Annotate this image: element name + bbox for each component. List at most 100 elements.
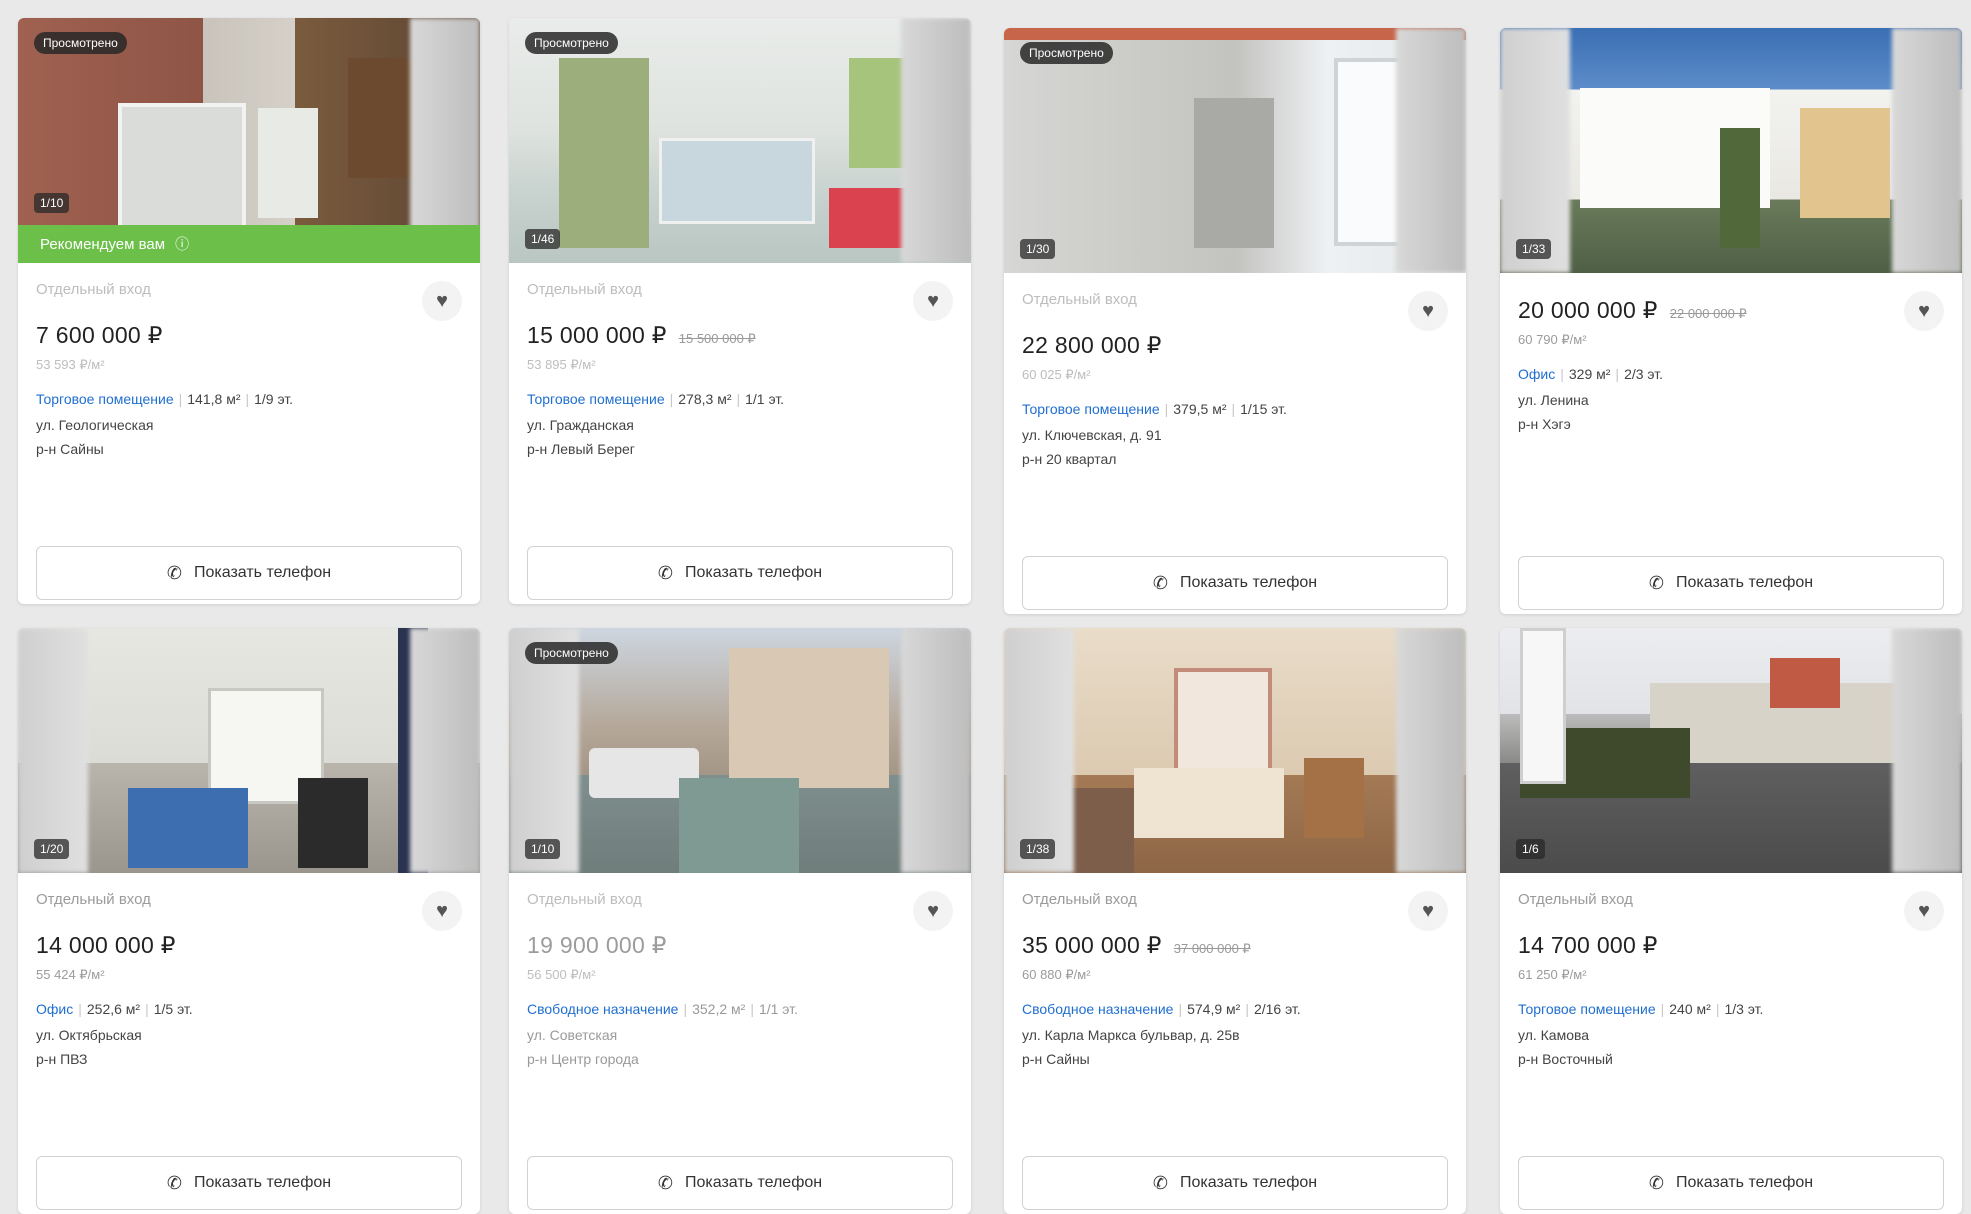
address: ул. Советская: [527, 1027, 618, 1043]
listing-meta: Свободное назначение | 352,2 м² | 1/1 эт.: [527, 1001, 798, 1017]
recommend-label: Рекомендуем вам: [40, 235, 166, 253]
district: р-н Сайны: [1022, 1051, 1090, 1067]
price-per-m2: 60 880 ₽/м²: [1022, 967, 1091, 982]
recommend-banner: Рекомендуем вам ⓘ: [18, 225, 480, 263]
viewed-badge: Просмотрено: [525, 642, 618, 664]
show-phone-label: Показать телефон: [1179, 1174, 1318, 1191]
listing-photo[interactable]: 1/33: [1500, 28, 1962, 273]
listing-photo[interactable]: Просмотрено 1/10 Рекомендуем вам ⓘ: [18, 18, 480, 263]
address: ул. Карла Маркса бульвар, д. 25в: [1022, 1027, 1240, 1043]
floor: 2/3 эт.: [1624, 366, 1663, 382]
phone-icon: ✆: [657, 1172, 673, 1193]
address: ул. Геологическая: [36, 417, 154, 433]
listing-meta: Торговое помещение | 240 м² | 1/3 эт.: [1518, 1001, 1764, 1017]
property-type-link[interactable]: Торговое помещение: [36, 391, 174, 407]
listing-card[interactable]: 1/33 ♥ 20 000 000 ₽ 22 000 000 ₽ 60 790 …: [1500, 28, 1962, 614]
price-per-m2: 55 424 ₽/м²: [36, 967, 105, 982]
show-phone-button[interactable]: ✆ Показать телефон: [1518, 556, 1944, 610]
listing-photo[interactable]: 1/38: [1004, 628, 1466, 873]
price-per-m2: 53 593 ₽/м²: [36, 357, 105, 372]
favorite-heart-icon[interactable]: ♥: [913, 891, 953, 931]
floor: 1/9 эт.: [254, 391, 294, 407]
photo-counter: 1/38: [1020, 839, 1056, 859]
favorite-heart-icon[interactable]: ♥: [422, 891, 462, 931]
listing-meta: Свободное назначение | 574,9 м² | 2/16 эт.: [1022, 1001, 1301, 1017]
area: 240 м²: [1669, 1001, 1711, 1017]
property-type-link[interactable]: Торговое помещение: [1022, 401, 1160, 417]
listing-card[interactable]: Просмотрено 1/30 Отдельный вход ♥ 22 800…: [1004, 28, 1466, 614]
old-price: 15 500 000 ₽: [678, 331, 756, 346]
price: 7 600 000 ₽: [36, 322, 163, 348]
listing-card[interactable]: 1/20 Отдельный вход ♥ 14 000 000 ₽ 55 42…: [18, 628, 480, 1214]
entrance-label: Отдельный вход: [1022, 291, 1137, 308]
listing-card[interactable]: 1/6 Отдельный вход ♥ 14 700 000 ₽ 61 250…: [1500, 628, 1962, 1214]
area: 252,6 м²: [86, 1001, 141, 1017]
floor: 1/5 эт.: [153, 1001, 193, 1017]
show-phone-label: Показать телефон: [684, 1174, 823, 1191]
photo-counter: 1/10: [34, 193, 70, 213]
listing-meta: Торговое помещение | 141,8 м² | 1/9 эт.: [36, 391, 294, 407]
price: 22 800 000 ₽: [1022, 332, 1162, 358]
show-phone-label: Показать телефон: [1179, 574, 1318, 591]
price-per-m2: 61 250 ₽/м²: [1518, 967, 1587, 982]
favorite-heart-icon[interactable]: ♥: [422, 281, 462, 321]
listing-meta: Торговое помещение | 278,3 м² | 1/1 эт.: [527, 391, 785, 407]
photo-counter: 1/10: [525, 839, 561, 859]
viewed-badge: Просмотрено: [1020, 42, 1113, 64]
entrance-label: Отдельный вход: [527, 281, 642, 298]
photo-counter: 1/20: [34, 839, 70, 859]
entrance-label: Отдельный вход: [36, 891, 151, 908]
phone-icon: ✆: [1648, 1172, 1664, 1193]
listing-card[interactable]: Просмотрено 1/46 Отдельный вход ♥ 15 000…: [509, 18, 971, 604]
floor: 2/16 эт.: [1253, 1001, 1301, 1017]
show-phone-button[interactable]: ✆ Показать телефон: [527, 546, 953, 600]
photo-counter: 1/46: [525, 229, 561, 249]
favorite-heart-icon[interactable]: ♥: [1408, 291, 1448, 331]
listing-photo[interactable]: 1/6: [1500, 628, 1962, 873]
price: 14 700 000 ₽: [1518, 932, 1658, 958]
favorite-heart-icon[interactable]: ♥: [1408, 891, 1448, 931]
property-type-link[interactable]: Офис: [1518, 366, 1555, 382]
floor: 1/15 эт.: [1240, 401, 1287, 417]
favorite-heart-icon[interactable]: ♥: [1904, 291, 1944, 331]
address: ул. Гражданская: [527, 417, 634, 433]
property-type-link[interactable]: Офис: [36, 1001, 73, 1017]
property-type-link[interactable]: Свободное назначение: [1022, 1001, 1173, 1017]
show-phone-button[interactable]: ✆ Показать телефон: [1022, 556, 1448, 610]
show-phone-button[interactable]: ✆ Показать телефон: [36, 1156, 462, 1210]
district: р-н Левый Берег: [527, 441, 635, 457]
show-phone-button[interactable]: ✆ Показать телефон: [1518, 1156, 1944, 1210]
phone-icon: ✆: [1152, 572, 1168, 593]
district: р-н Хэгэ: [1518, 416, 1571, 432]
show-phone-label: Показать телефон: [193, 564, 332, 581]
show-phone-button[interactable]: ✆ Показать телефон: [36, 546, 462, 600]
property-type-link[interactable]: Торговое помещение: [1518, 1001, 1656, 1017]
show-phone-button[interactable]: ✆ Показать телефон: [527, 1156, 953, 1210]
address: ул. Октябрьская: [36, 1027, 142, 1043]
photo-counter: 1/30: [1020, 239, 1056, 259]
favorite-heart-icon[interactable]: ♥: [913, 281, 953, 321]
listing-photo[interactable]: Просмотрено 1/30: [1004, 28, 1466, 273]
listing-card[interactable]: Просмотрено 1/10 Рекомендуем вам ⓘ Отдел…: [18, 18, 480, 604]
viewed-badge: Просмотрено: [34, 32, 127, 54]
district: р-н ПВЗ: [36, 1051, 88, 1067]
area: 352,2 м²: [692, 1001, 746, 1017]
show-phone-button[interactable]: ✆ Показать телефон: [1022, 1156, 1448, 1210]
property-type-link[interactable]: Свободное назначение: [527, 1001, 678, 1017]
address: ул. Камова: [1518, 1027, 1590, 1043]
listing-meta: Торговое помещение | 379,5 м² | 1/15 эт.: [1022, 401, 1287, 417]
listing-grid: Просмотрено 1/10 Рекомендуем вам ⓘ Отдел…: [0, 0, 1971, 1214]
listing-photo[interactable]: Просмотрено 1/46: [509, 18, 971, 263]
favorite-heart-icon[interactable]: ♥: [1904, 891, 1944, 931]
old-price: 22 000 000 ₽: [1669, 306, 1747, 321]
listing-card[interactable]: 1/38 Отдельный вход ♥ 35 000 000 ₽ 37 00…: [1004, 628, 1466, 1214]
listing-card[interactable]: Просмотрено 1/10 Отдельный вход ♥ 19 900…: [509, 628, 971, 1214]
listing-photo[interactable]: 1/20: [18, 628, 480, 873]
listing-meta: Офис | 329 м² | 2/3 эт.: [1518, 366, 1663, 382]
address: ул. Ленина: [1518, 392, 1589, 408]
show-phone-label: Показать телефон: [684, 564, 823, 581]
phone-icon: ✆: [166, 562, 182, 583]
property-type-link[interactable]: Торговое помещение: [527, 391, 665, 407]
listing-photo[interactable]: Просмотрено 1/10: [509, 628, 971, 873]
info-icon[interactable]: ⓘ: [175, 234, 189, 254]
